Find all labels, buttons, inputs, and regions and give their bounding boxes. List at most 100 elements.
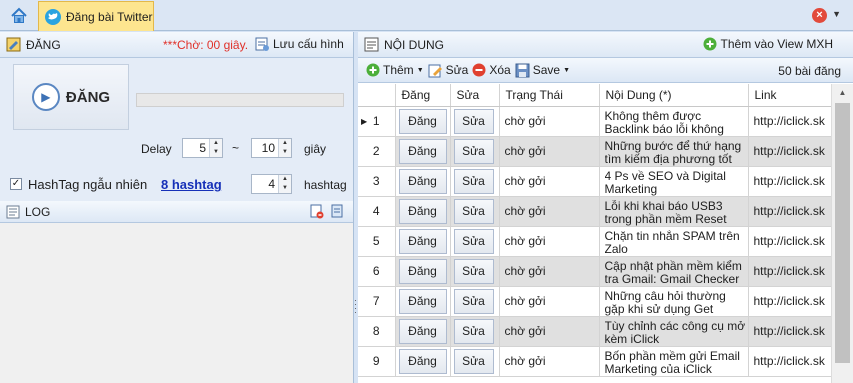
stepper-up-icon[interactable]: ▲ <box>279 139 291 148</box>
delay-to-value: 10 <box>261 141 275 155</box>
row-number: 8 <box>358 316 396 347</box>
hashtag-count-stepper[interactable]: 4 ▲ ▼ <box>251 174 292 194</box>
config-icon <box>255 37 269 51</box>
row-edit-button[interactable]: Sửa <box>453 168 494 194</box>
table-row[interactable]: 6 Đăng Sửa chờ gởi Cập nhật phần mềm kiể… <box>358 256 831 287</box>
stepper-down-icon[interactable]: ▼ <box>279 184 291 193</box>
table-row[interactable]: 5 Đăng Sửa chờ gởi Chặn tin nhắn SPAM tr… <box>358 226 831 257</box>
chevron-down-icon[interactable]: ▼ <box>832 9 841 19</box>
log-area[interactable] <box>0 223 353 383</box>
row-post-button[interactable]: Đăng <box>398 228 447 254</box>
row-post-button[interactable]: Đăng <box>398 348 447 374</box>
close-icon[interactable]: × <box>812 8 827 23</box>
right-panel: NỘI DUNG Thêm vào View MXH Thêm ▼ Sửa Xó… <box>358 32 853 383</box>
column-header-post[interactable]: Đăng <box>395 84 451 107</box>
home-button[interactable] <box>8 5 30 27</box>
stepper-up-icon[interactable]: ▲ <box>279 175 291 184</box>
row-edit-button[interactable]: Sửa <box>453 258 494 284</box>
delay-to-stepper[interactable]: 10 ▲ ▼ <box>251 138 292 158</box>
table-row[interactable]: 9 Đăng Sửa chờ gởi Bốn phần mềm gửi Emai… <box>358 346 831 377</box>
row-edit-button[interactable]: Sửa <box>453 288 494 314</box>
hashtag-link[interactable]: 8 hashtag <box>161 177 222 192</box>
content-toolbar: Thêm ▼ Sửa Xóa Save ▼ 50 bài đăng <box>358 58 853 83</box>
stepper-up-icon[interactable]: ▲ <box>210 139 222 148</box>
table-row[interactable]: 8 Đăng Sửa chờ gởi Tùy chỉnh các công cụ… <box>358 316 831 347</box>
plus-circle-icon <box>366 63 380 77</box>
row-number: 7 <box>358 286 396 317</box>
table-row[interactable]: 4 Đăng Sửa chờ gởi Lỗi khi khai báo USB3… <box>358 196 831 227</box>
clear-log-icon[interactable] <box>309 204 324 219</box>
post-progress-bar <box>136 93 344 107</box>
add-button[interactable]: Thêm ▼ <box>366 63 424 77</box>
row-link: http://iclick.sk <box>748 286 831 317</box>
row-edit-button[interactable]: Sửa <box>453 228 494 254</box>
add-to-view-button[interactable]: Thêm vào View MXH <box>703 37 833 51</box>
scroll-up-icon[interactable]: ▲ <box>832 84 853 101</box>
delay-label: Delay <box>141 142 172 156</box>
row-edit-button[interactable]: Sửa <box>453 108 494 134</box>
edit-button[interactable]: Sửa <box>428 63 468 78</box>
row-post-button[interactable]: Đăng <box>398 258 447 284</box>
content-panel-header: NỘI DUNG Thêm vào View MXH <box>358 32 853 58</box>
table-row[interactable]: ▶ 1 Đăng Sửa chờ gởi Không thêm được Back… <box>358 106 831 137</box>
post-button[interactable]: ▶ ĐĂNG <box>13 64 129 130</box>
delete-button[interactable]: Xóa <box>472 63 511 77</box>
table-vertical-scrollbar[interactable]: ▲ <box>831 84 853 383</box>
play-icon: ▶ <box>31 83 60 111</box>
table-row[interactable]: 2 Đăng Sửa chờ gởi Những bước để thứ hạn… <box>358 136 831 167</box>
delete-icon <box>472 63 486 77</box>
row-edit-button[interactable]: Sửa <box>453 318 494 344</box>
row-status: chờ gởi <box>499 316 600 347</box>
save-button[interactable]: Save ▼ <box>515 63 570 78</box>
row-post-button[interactable]: Đăng <box>398 108 447 134</box>
row-post-button[interactable]: Đăng <box>398 168 447 194</box>
stepper-down-icon[interactable]: ▼ <box>279 148 291 157</box>
row-number: 3 <box>358 166 396 197</box>
column-header-content[interactable]: Nội Dung (*) <box>599 84 749 107</box>
row-content: Cập nhật phần mềm kiểm tra Gmail: Gmail … <box>604 259 742 286</box>
row-post-button[interactable]: Đăng <box>398 138 447 164</box>
row-content: Lỗi khi khai báo USB3 trong phần mềm Res… <box>604 199 727 226</box>
row-content: Bốn phần mềm gửi Email Marketing của iCl… <box>604 349 740 376</box>
hashtag-random-label: HashTag ngẫu nhiên <box>28 177 148 192</box>
row-edit-button[interactable]: Sửa <box>453 138 494 164</box>
save-config-label: Lưu cấu hình <box>273 37 344 51</box>
row-post-button[interactable]: Đăng <box>398 288 447 314</box>
row-number: ▶ 1 <box>358 106 396 137</box>
add-to-view-label: Thêm vào View MXH <box>720 37 833 51</box>
table-row[interactable]: 7 Đăng Sửa chờ gởi Những câu hỏi thường … <box>358 286 831 317</box>
home-icon <box>11 7 27 23</box>
row-header-corner <box>358 84 396 107</box>
row-post-button[interactable]: Đăng <box>398 318 447 344</box>
post-panel-header: ĐĂNG ***Chờ: 00 giây. Lưu cấu hình <box>0 32 353 58</box>
save-config-button[interactable]: Lưu cấu hình <box>254 36 344 52</box>
tab-label: Đăng bài Twitter <box>66 9 153 24</box>
row-edit-button[interactable]: Sửa <box>453 348 494 374</box>
delay-from-stepper[interactable]: 5 ▲ ▼ <box>182 138 223 158</box>
row-link: http://iclick.sk <box>748 226 831 257</box>
export-log-icon[interactable] <box>330 204 345 219</box>
row-content: Chặn tin nhắn SPAM trên Zalo <box>604 229 740 256</box>
hashtag-random-checkbox[interactable]: ✓ <box>10 178 22 190</box>
row-content: Tùy chỉnh các công cụ mở kèm iClick <box>604 319 746 346</box>
scrollbar-thumb[interactable] <box>835 103 850 363</box>
table-row[interactable]: 3 Đăng Sửa chờ gởi 4 Ps về SEO và Digita… <box>358 166 831 197</box>
chevron-down-icon: ▼ <box>563 66 570 74</box>
save-icon <box>515 63 530 77</box>
row-number: 9 <box>358 346 396 377</box>
column-header-edit[interactable]: Sửa <box>450 84 500 107</box>
wait-countdown: ***Chờ: 00 giây. <box>163 38 249 52</box>
post-icon <box>6 37 21 52</box>
row-link: http://iclick.sk <box>748 346 831 377</box>
tab-dang-bai-twitter[interactable]: Đăng bài Twitter <box>38 1 154 31</box>
delay-from-value: 5 <box>199 141 206 155</box>
row-status: chờ gởi <box>499 346 600 377</box>
log-panel-header: LOG <box>0 201 353 223</box>
row-edit-button[interactable]: Sửa <box>453 198 494 224</box>
column-header-status[interactable]: Trạng Thái <box>499 84 600 107</box>
row-status: chờ gởi <box>499 286 600 317</box>
column-header-link[interactable]: Link <box>748 84 831 107</box>
row-post-button[interactable]: Đăng <box>398 198 447 224</box>
stepper-down-icon[interactable]: ▼ <box>210 148 222 157</box>
row-number: 4 <box>358 196 396 227</box>
